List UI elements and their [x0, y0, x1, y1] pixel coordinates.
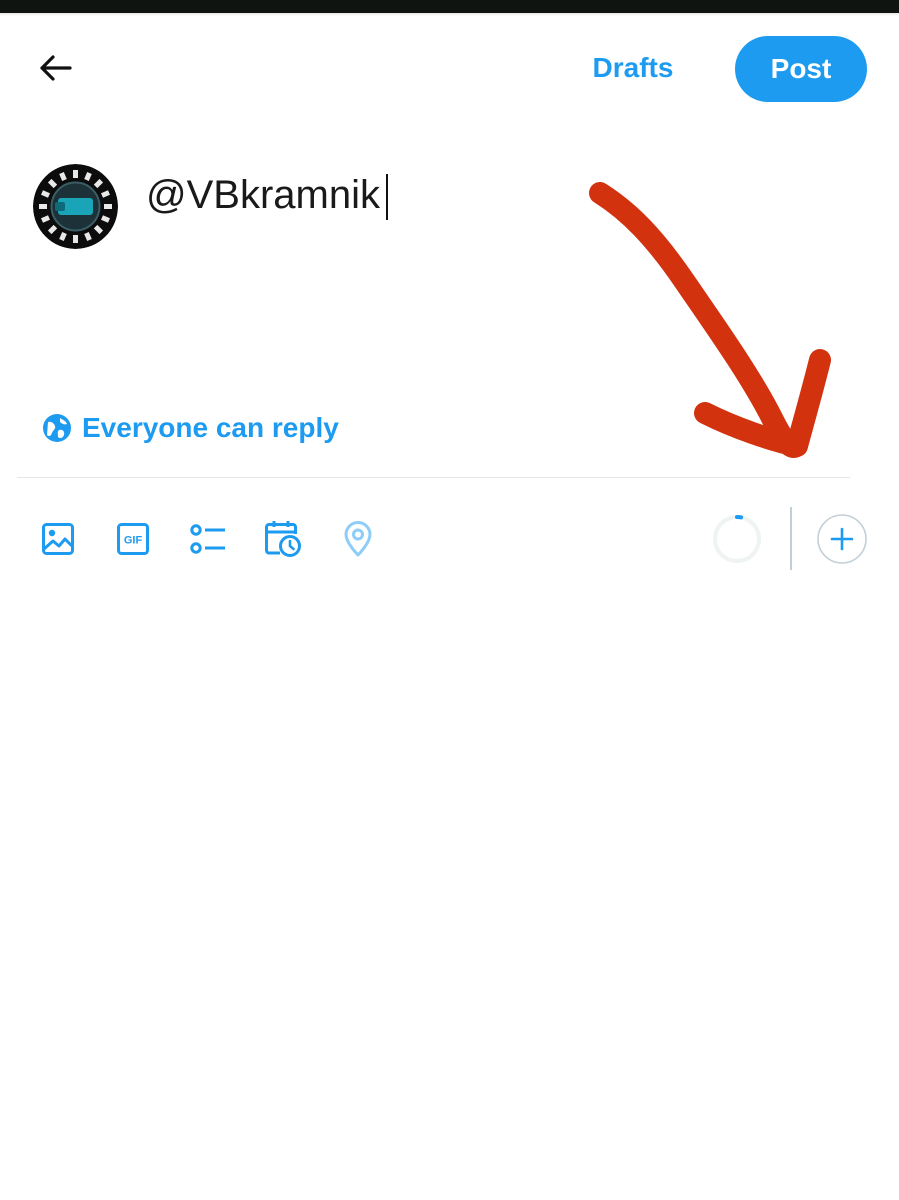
gif-icon: GIF: [117, 523, 149, 555]
poll-button[interactable]: [188, 519, 228, 559]
avatar[interactable]: [33, 164, 118, 249]
divider: [17, 477, 850, 478]
reply-setting-label: Everyone can reply: [82, 412, 339, 443]
location-button[interactable]: [338, 519, 378, 559]
location-icon: [344, 521, 372, 557]
back-button[interactable]: [30, 48, 80, 88]
toolbar-separator: [790, 507, 792, 570]
gif-button[interactable]: GIF: [113, 519, 153, 559]
profile-avatar-icon: [33, 164, 118, 249]
image-icon: [42, 523, 74, 555]
status-bar: [0, 0, 899, 13]
schedule-icon: [265, 521, 301, 557]
globe-icon: [43, 414, 71, 442]
reply-setting-button[interactable]: Everyone can reply: [42, 410, 339, 446]
arrow-left-icon: [40, 55, 72, 81]
character-count-progress: [711, 513, 763, 565]
gif-icon-text: GIF: [124, 535, 143, 547]
compose-textarea[interactable]: @VBkramnik: [146, 170, 388, 221]
text-caret: [385, 174, 388, 221]
poll-icon: [190, 524, 225, 554]
progress-ring-icon: [713, 515, 761, 563]
plus-icon: [817, 514, 867, 564]
schedule-button[interactable]: [263, 519, 303, 559]
drafts-button[interactable]: Drafts: [575, 44, 691, 92]
arrow-annotation-icon: [589, 182, 831, 458]
add-media-button[interactable]: [38, 519, 78, 559]
post-button[interactable]: Post: [735, 36, 867, 102]
status-bar-shadow: [0, 13, 899, 16]
compose-text-value: @VBkramnik: [146, 173, 380, 217]
add-thread-button[interactable]: [816, 513, 868, 565]
